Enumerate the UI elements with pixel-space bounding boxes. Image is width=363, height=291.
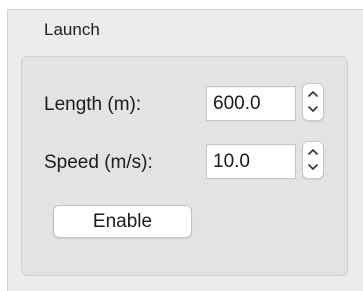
- speed-input[interactable]: [206, 144, 296, 179]
- enable-button[interactable]: Enable: [53, 205, 192, 238]
- chevron-up-icon: [308, 91, 318, 97]
- chevron-down-icon: [308, 106, 318, 112]
- length-stepper-down[interactable]: [303, 102, 323, 120]
- length-input[interactable]: [206, 86, 296, 121]
- speed-stepper-down[interactable]: [303, 160, 323, 178]
- length-stepper-up[interactable]: [303, 84, 323, 102]
- chevron-down-icon: [308, 164, 318, 170]
- speed-stepper[interactable]: [302, 141, 324, 179]
- length-label: Length (m):: [44, 94, 142, 115]
- length-stepper[interactable]: [302, 83, 324, 121]
- speed-label: Speed (m/s):: [44, 152, 153, 173]
- group-title-launch: Launch: [44, 20, 100, 39]
- chevron-up-icon: [308, 149, 318, 155]
- speed-stepper-up[interactable]: [303, 142, 323, 160]
